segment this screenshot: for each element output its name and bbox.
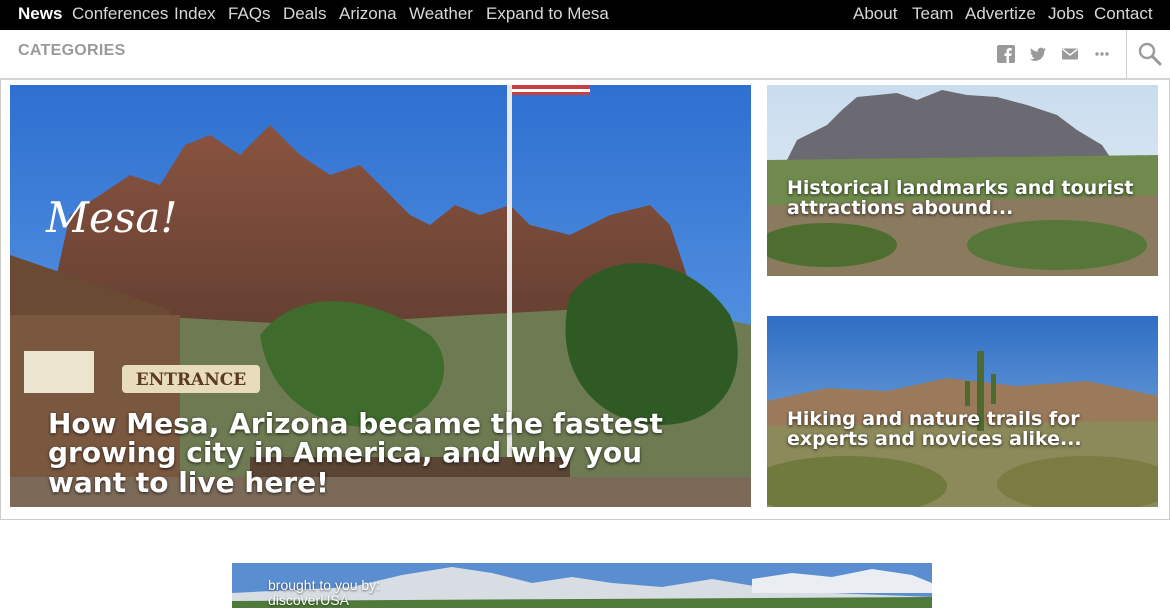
search-divider [1126, 30, 1127, 78]
byline-line1: brought to you by: [268, 577, 381, 593]
categories-menu[interactable]: CATEGORIES [18, 42, 126, 60]
mesa-overlay-script: Mesa! [46, 193, 178, 242]
search-icon[interactable] [1137, 41, 1163, 67]
categories-bar: CATEGORIES [0, 30, 1170, 80]
nav-weather[interactable]: Weather [409, 4, 473, 24]
nav-faqs[interactable]: FAQs [228, 4, 271, 24]
nav-expand-to-mesa[interactable]: Expand to Mesa [486, 4, 609, 24]
nav-advertize[interactable]: Advertize [965, 4, 1036, 24]
nav-news[interactable]: News [18, 4, 62, 24]
nav-arizona[interactable]: Arizona [339, 4, 397, 24]
hiking-headline[interactable]: Hiking and nature trails for experts and… [787, 409, 1147, 450]
nav-team[interactable]: Team [912, 4, 954, 24]
nav-deals[interactable]: Deals [283, 4, 326, 24]
nav-contact[interactable]: Contact [1094, 4, 1153, 24]
side-story-landmarks[interactable]: Historical landmarks and tourist attract… [767, 85, 1158, 276]
sponsor-byline: brought to you by: discoverUSA [268, 578, 380, 608]
nav-about[interactable]: About [853, 4, 897, 24]
nav-conferences[interactable]: Conferences [72, 4, 168, 24]
facebook-icon[interactable] [997, 45, 1015, 63]
featured-story[interactable]: ENTRANCE Mesa! How Mesa, Arizona became … [10, 85, 751, 507]
featured-headline[interactable]: How Mesa, Arizona became the fastest gro… [48, 409, 728, 497]
top-navigation: News Conferences Index FAQs Deals Arizon… [0, 0, 1170, 30]
landmarks-headline[interactable]: Historical landmarks and tourist attract… [787, 178, 1147, 219]
nav-jobs[interactable]: Jobs [1048, 4, 1084, 24]
twitter-icon[interactable] [1029, 45, 1047, 63]
byline-line2[interactable]: discoverUSA [268, 593, 380, 608]
sponsor-banner[interactable]: brought to you by: discoverUSA [232, 563, 932, 608]
nav-index[interactable]: Index [174, 4, 216, 24]
email-icon[interactable] [1061, 45, 1079, 63]
entrance-sign: ENTRANCE [136, 370, 247, 390]
more-icon[interactable] [1093, 45, 1111, 63]
side-story-hiking[interactable]: Hiking and nature trails for experts and… [767, 316, 1158, 507]
